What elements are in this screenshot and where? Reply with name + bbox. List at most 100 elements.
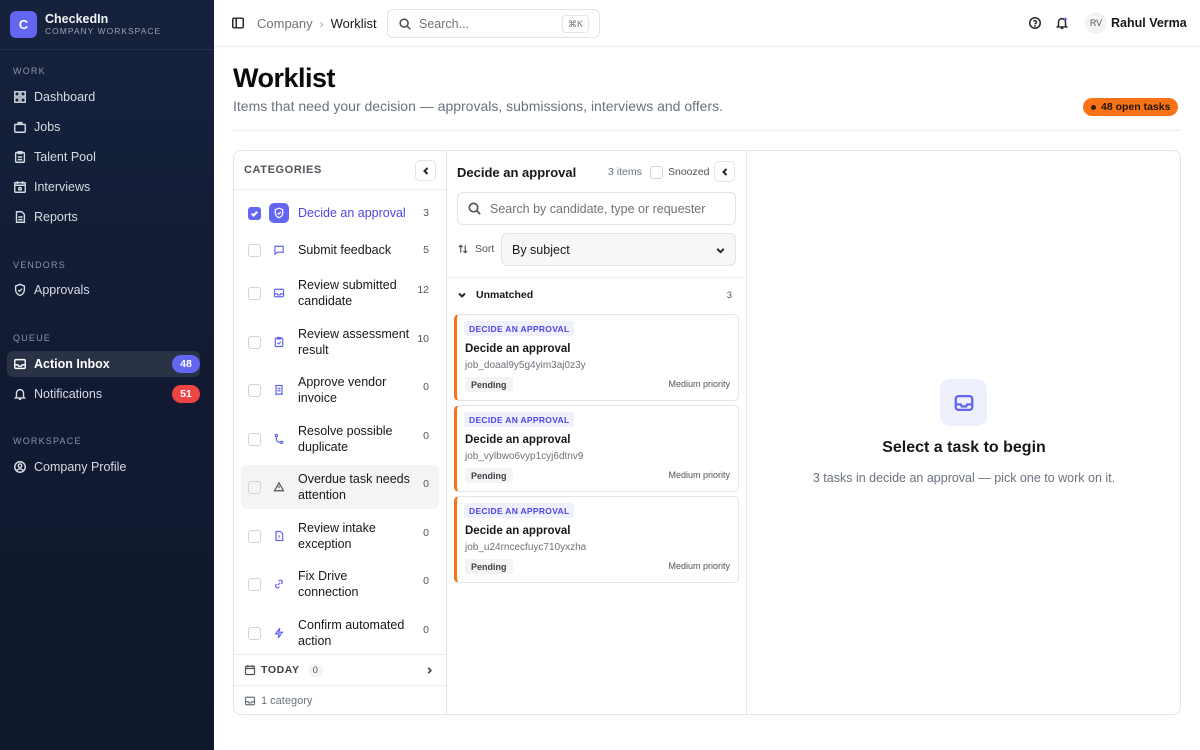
global-search[interactable]: Search... ⌘K — [387, 9, 600, 38]
sort-select[interactable]: By subject — [501, 233, 736, 266]
brand[interactable]: C CheckedIn COMPANY WORKSPACE — [0, 0, 214, 50]
task-search-placeholder: Search by candidate, type or requester — [490, 201, 706, 216]
sidebar-item-jobs[interactable]: Jobs — [7, 114, 200, 140]
task-priority: Medium priority — [668, 379, 730, 389]
category-count: 0 — [423, 478, 429, 490]
sidebar-item-notifications[interactable]: Notifications 51 — [7, 381, 200, 407]
category-submit-feedback[interactable]: Submit feedback 5 — [241, 228, 439, 272]
clipboard-icon — [14, 151, 26, 163]
status-badge: Pending — [465, 559, 513, 574]
category-review-intake-exception[interactable]: Review intake exception 0 — [241, 514, 439, 558]
sidebar-item-reports[interactable]: Reports — [7, 204, 200, 230]
sidebar-item-company-profile[interactable]: Company Profile — [7, 454, 200, 480]
calendar-icon — [244, 665, 256, 676]
nav-section-work: WORK — [13, 66, 46, 76]
sidebar-item-label: Action Inbox — [34, 357, 110, 371]
group-unmatched[interactable]: Unmatched 3 — [447, 277, 746, 312]
sidebar-item-label: Approvals — [34, 283, 90, 297]
category-review-submitted-candidate[interactable]: Review submitted candidate 12 — [241, 271, 439, 315]
category-checkbox[interactable] — [248, 243, 261, 257]
category-overdue-task[interactable]: Overdue task needs attention 0 — [241, 465, 439, 509]
sidebar-item-label: Talent Pool — [34, 150, 96, 164]
category-confirm-automated-action[interactable]: Confirm automated action 0 — [241, 611, 439, 655]
category-count: 12 — [417, 284, 429, 296]
category-checkbox[interactable] — [248, 432, 261, 446]
category-resolve-duplicate[interactable]: Resolve possible duplicate 0 — [241, 417, 439, 461]
task-tag: DECIDE AN APPROVAL — [464, 412, 575, 427]
open-tasks-badge: 48 open tasks — [1083, 98, 1179, 116]
briefcase-icon — [14, 121, 26, 133]
category-label: Overdue task needs attention — [298, 472, 410, 502]
task-card[interactable]: DECIDE AN APPROVAL Decide an approval jo… — [454, 496, 739, 583]
category-count: 10 — [417, 333, 429, 345]
category-summary-text: 1 category — [261, 694, 313, 707]
collapse-list-button[interactable] — [714, 161, 735, 182]
sidebar-item-talent-pool[interactable]: Talent Pool — [7, 144, 200, 170]
alert-triangle-icon — [269, 477, 289, 497]
help-button[interactable] — [1028, 16, 1042, 30]
nav-section-vendors: VENDORS — [13, 260, 66, 270]
category-count: 0 — [423, 575, 429, 587]
task-search-input[interactable]: Search by candidate, type or requester — [457, 192, 736, 225]
badge-dot — [1091, 104, 1096, 110]
category-checkbox[interactable] — [248, 383, 261, 397]
sidebar-item-approvals[interactable]: Approvals — [7, 277, 200, 303]
task-id: job_vylbwo6vyp1cyj6dtnv9 — [465, 451, 584, 462]
breadcrumb: Company › Worklist — [257, 16, 377, 31]
action-inbox-badge: 48 — [172, 355, 200, 373]
task-tag: DECIDE AN APPROVAL — [464, 321, 575, 336]
category-checkbox[interactable] — [248, 206, 261, 220]
category-summary: 1 category — [234, 685, 446, 714]
category-checkbox[interactable] — [248, 286, 261, 300]
snoozed-label[interactable]: Snoozed — [668, 166, 709, 178]
empty-state-subtitle: 3 tasks in decide an approval — pick one… — [812, 471, 1116, 485]
collapse-categories-button[interactable] — [415, 160, 436, 181]
shield-icon — [269, 203, 289, 223]
nav-section-workspace: WORKSPACE — [13, 436, 82, 446]
category-checkbox[interactable] — [248, 529, 261, 543]
snoozed-checkbox[interactable] — [650, 166, 663, 179]
chevron-left-icon — [721, 167, 727, 176]
category-checkbox[interactable] — [248, 480, 261, 494]
sidebar-item-dashboard[interactable]: Dashboard — [7, 84, 200, 110]
brand-subtitle: COMPANY WORKSPACE — [45, 26, 162, 36]
bell-icon — [1055, 17, 1069, 29]
chevron-down-icon — [716, 248, 725, 254]
sidebar-item-action-inbox[interactable]: Action Inbox 48 — [7, 351, 200, 377]
category-review-assessment[interactable]: Review assessment result 10 — [241, 320, 439, 364]
notifications-badge: 51 — [172, 385, 200, 403]
category-checkbox[interactable] — [248, 335, 261, 349]
user-name[interactable]: Rahul Verma — [1111, 16, 1187, 30]
worklist-panel: CATEGORIES Decide an approval 3 Submit f… — [233, 150, 1181, 715]
chevron-left-icon — [422, 166, 428, 175]
group-count: 3 — [726, 289, 732, 301]
sidebar-item-label: Company Profile — [34, 460, 127, 474]
breadcrumb-company[interactable]: Company — [257, 16, 313, 31]
task-id: job_doaal9y5g4yim3aj0z3y — [465, 360, 586, 371]
category-checkbox[interactable] — [248, 577, 261, 591]
task-list-title: Decide an approval — [457, 165, 577, 180]
task-detail-column: Select a task to begin 3 tasks in decide… — [747, 151, 1180, 714]
category-checkbox[interactable] — [248, 626, 261, 640]
status-badge: Pending — [465, 468, 513, 483]
categories-title: CATEGORIES — [244, 164, 322, 176]
notifications-button[interactable] — [1055, 16, 1069, 30]
avatar[interactable]: RV — [1085, 12, 1107, 34]
sidebar-item-interviews[interactable]: Interviews — [7, 174, 200, 200]
group-title: Unmatched — [476, 289, 534, 301]
task-card[interactable]: DECIDE AN APPROVAL Decide an approval jo… — [454, 314, 739, 401]
category-count: 0 — [423, 527, 429, 539]
category-label: Fix Drive connection — [298, 569, 359, 599]
check-icon — [251, 210, 258, 217]
inbox-icon — [244, 696, 256, 705]
user-circle-icon — [14, 461, 26, 473]
category-approve-vendor-invoice[interactable]: Approve vendor invoice 0 — [241, 368, 439, 412]
today-label: TODAY — [261, 664, 300, 676]
category-fix-drive-connection[interactable]: Fix Drive connection 0 — [241, 562, 439, 606]
sidebar-toggle-button[interactable] — [231, 16, 245, 30]
task-card[interactable]: DECIDE AN APPROVAL Decide an approval jo… — [454, 405, 739, 492]
sidebar-item-label: Reports — [34, 210, 78, 224]
today-filter[interactable]: TODAY 0 — [234, 654, 446, 685]
today-count: 0 — [307, 663, 323, 677]
calendar-icon — [14, 181, 26, 193]
